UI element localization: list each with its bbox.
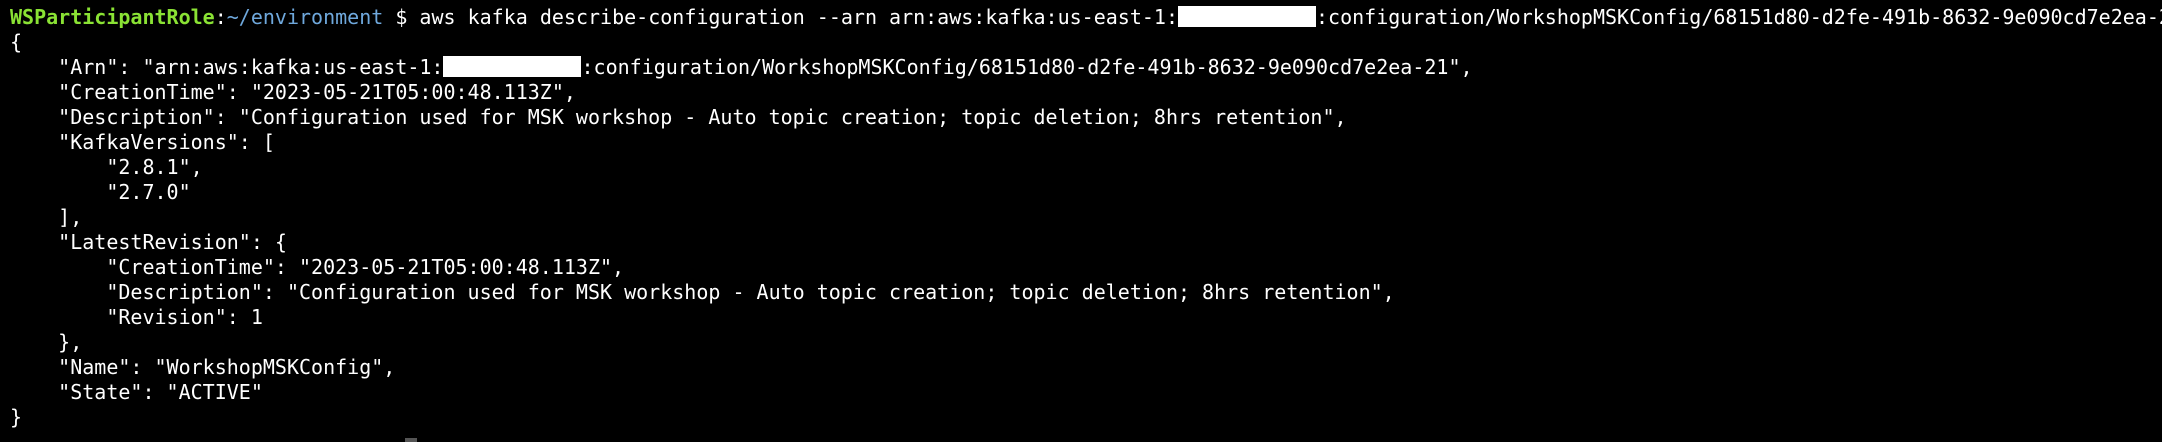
arn-text: "Arn": "arn:aws:kafka:us-east-1: [10, 55, 444, 79]
output-open-brace: { [10, 30, 23, 54]
output-kafka-versions-open: "KafkaVersions": [ [10, 130, 275, 154]
output-state: "State": "ACTIVE" [10, 380, 263, 404]
output-lr-revision: "Revision": 1 [10, 305, 263, 329]
output-kafka-version-item: "2.7.0" [10, 180, 191, 204]
terminal-window[interactable]: WSParticipantRole:~/environment $ aws ka… [0, 0, 2162, 442]
command-text: aws kafka describe-configuration --arn a… [419, 5, 1179, 29]
redacted-account-id [443, 56, 582, 77]
output-lr-description: "Description": "Configuration used for M… [10, 280, 1395, 304]
output-description: "Description": "Configuration used for M… [10, 105, 1347, 129]
output-kafka-versions-close: ], [10, 205, 83, 229]
text-cursor [405, 438, 417, 442]
output-lr-creation-time: "CreationTime": "2023-05-21T05:00:48.113… [10, 255, 625, 279]
output-name: "Name": "WorkshopMSKConfig", [10, 355, 396, 379]
prompt-path: ~/environment [226, 5, 384, 29]
output-arn-line: "Arn": "arn:aws:kafka:us-east-1: :configu… [10, 55, 2162, 80]
output-creation-time: "CreationTime": "2023-05-21T05:00:48.113… [10, 80, 576, 104]
output-latest-revision-close: }, [10, 330, 83, 354]
prompt-user: WSParticipantRole [10, 5, 215, 29]
output-close-brace: } [10, 405, 23, 429]
command-line: WSParticipantRole:~/environment $ aws ka… [10, 5, 2162, 30]
prompt-symbol: $ [383, 5, 420, 29]
output-kafka-version-item: "2.8.1", [10, 155, 203, 179]
prompt-separator: : [214, 5, 227, 29]
command-text-rest: :configuration/WorkshopMSKConfig/68151d8… [1316, 5, 2162, 29]
arn-text-rest: :configuration/WorkshopMSKConfig/68151d8… [581, 55, 1473, 79]
redacted-account-id [1178, 6, 1317, 27]
output-latest-revision-open: "LatestRevision": { [10, 230, 287, 254]
